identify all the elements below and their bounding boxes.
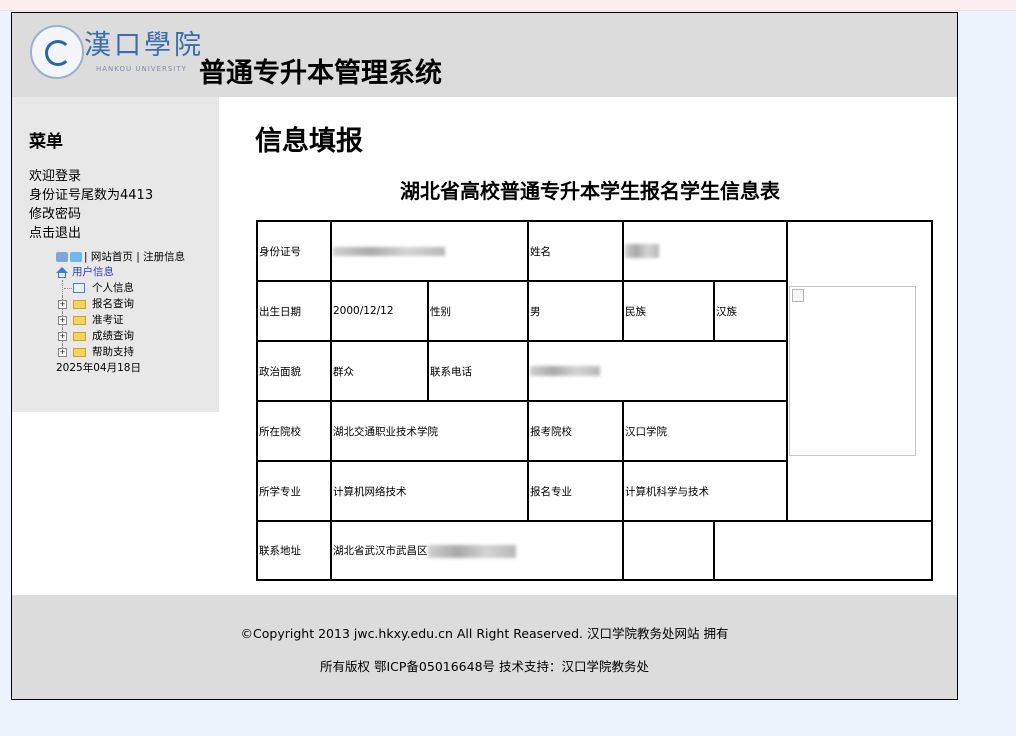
id-tail-text: 身份证号尾数为4413 — [29, 188, 154, 203]
empty-cell — [622, 520, 715, 581]
photo-cell — [786, 220, 933, 522]
expand-plus-icon[interactable]: + — [58, 300, 67, 309]
icp-line: 所有版权 鄂ICP备05016648号 技术支持：汉口学院教务处 — [319, 659, 650, 674]
document-icon — [73, 283, 85, 293]
label-apply-major: 报名专业 — [527, 460, 624, 522]
header: 漢口學院 HANKOU UNIVERSITY 普通专升本管理系统 — [12, 13, 957, 97]
browser-top-strip — [0, 0, 1016, 11]
label-current-school: 所在院校 — [256, 400, 332, 462]
tree-item-admission-ticket[interactable]: + 准考证 — [56, 312, 196, 328]
tree-item-label: 个人信息 — [92, 282, 134, 294]
tree-item-label: 报名查询 — [92, 298, 134, 310]
logout-info-link[interactable]: 注册信息 — [143, 251, 185, 263]
school-logo-text: 漢口學院 — [84, 30, 204, 61]
page-frame: 漢口學院 HANKOU UNIVERSITY 普通专升本管理系统 菜单 欢迎登录… — [11, 12, 958, 700]
nav-tree: | 网站首页 | 注册信息 用户信息 个人信息 + 报名查询 + 准考证 + 成… — [56, 250, 196, 376]
form-title: 湖北省高校普通专升本学生报名学生信息表 — [400, 179, 780, 203]
logout-link[interactable]: 点击退出 — [29, 224, 153, 243]
value-current-major: 计算机网络技术 — [330, 460, 529, 522]
redacted-blur — [625, 244, 659, 258]
home-icon — [56, 266, 68, 278]
current-date: 2025年04月18日 — [56, 362, 141, 374]
tree-item-help-support[interactable]: + 帮助支持 — [56, 344, 196, 360]
computer-icon — [56, 252, 68, 262]
tree-item-label: 帮助支持 — [92, 346, 134, 358]
system-title: 普通专升本管理系统 — [199, 58, 442, 89]
label-political-status: 政治面貌 — [256, 340, 332, 402]
value-phone — [527, 340, 788, 402]
footer: ©Copyright 2013 jwc.hkxy.edu.cn All Righ… — [12, 595, 957, 699]
menu-title: 菜单 — [29, 132, 63, 152]
tree-item-registration-query[interactable]: + 报名查询 — [56, 296, 196, 312]
redacted-blur — [333, 246, 445, 256]
value-address: 湖北省武汉市武昌区 — [330, 520, 624, 581]
address-prefix: 湖北省武汉市武昌区 — [333, 545, 428, 557]
value-apply-school: 汉口学院 — [622, 400, 788, 462]
school-logo-subtext: HANKOU UNIVERSITY — [96, 65, 187, 73]
copyright-line: ©Copyright 2013 jwc.hkxy.edu.cn All Righ… — [240, 626, 729, 641]
folder-icon — [73, 332, 86, 341]
tree-item-score-query[interactable]: + 成绩查询 — [56, 328, 196, 344]
redacted-blur — [530, 366, 600, 376]
redacted-blur — [427, 544, 516, 558]
expand-plus-icon[interactable]: + — [58, 316, 67, 325]
network-icon — [70, 252, 82, 262]
label-current-major: 所学专业 — [256, 460, 332, 522]
value-birth-date: 2000/12/12 — [330, 280, 429, 342]
student-photo-broken-image-icon — [789, 286, 916, 456]
value-political-status: 群众 — [330, 340, 429, 402]
tree-top-links: | 网站首页 | 注册信息 — [56, 250, 196, 264]
tree-item-label: 准考证 — [92, 314, 124, 326]
separator: | — [84, 251, 88, 263]
folder-icon — [73, 300, 86, 309]
value-gender: 男 — [527, 280, 624, 342]
school-emblem-icon — [30, 25, 84, 79]
tree-item-personal-info[interactable]: 个人信息 — [56, 280, 196, 296]
welcome-text: 欢迎登录 — [29, 169, 82, 184]
folder-icon — [73, 316, 86, 325]
value-name — [622, 220, 788, 282]
expand-plus-icon[interactable]: + — [58, 348, 67, 357]
label-gender: 性别 — [427, 280, 529, 342]
expand-plus-icon[interactable]: + — [58, 332, 67, 341]
tree-connector — [64, 288, 72, 289]
label-name: 姓名 — [527, 220, 624, 282]
label-phone: 联系电话 — [427, 340, 529, 402]
tree-item-label: 成绩查询 — [92, 330, 134, 342]
label-apply-school: 报考院校 — [527, 400, 624, 462]
tree-root-label: 用户信息 — [72, 266, 114, 278]
change-password-link[interactable]: 修改密码 — [29, 205, 153, 224]
value-current-school: 湖北交通职业技术学院 — [330, 400, 529, 462]
label-address: 联系地址 — [256, 520, 332, 581]
value-ethnicity: 汉族 — [713, 280, 788, 342]
student-info-table: 身份证号 姓名 出生日期 2000/12/12 性别 男 民族 汉族 政治面貌 … — [256, 220, 933, 581]
label-id-number: 身份证号 — [256, 220, 332, 282]
sidebar: 菜单 欢迎登录 身份证号尾数为4413 修改密码 点击退出 | 网站首页 | 注… — [12, 97, 219, 412]
tree-root[interactable]: 用户信息 — [56, 264, 196, 280]
empty-cell — [713, 520, 933, 581]
value-id-number — [330, 220, 529, 282]
welcome-block: 欢迎登录 身份证号尾数为4413 修改密码 点击退出 — [29, 167, 153, 243]
label-birth-date: 出生日期 — [256, 280, 332, 342]
page-title: 信息填报 — [255, 126, 363, 157]
folder-icon — [73, 348, 86, 357]
separator: | — [136, 251, 140, 263]
value-apply-major: 计算机科学与技术 — [622, 460, 788, 522]
label-ethnicity: 民族 — [622, 280, 715, 342]
site-home-link[interactable]: 网站首页 — [91, 251, 133, 263]
